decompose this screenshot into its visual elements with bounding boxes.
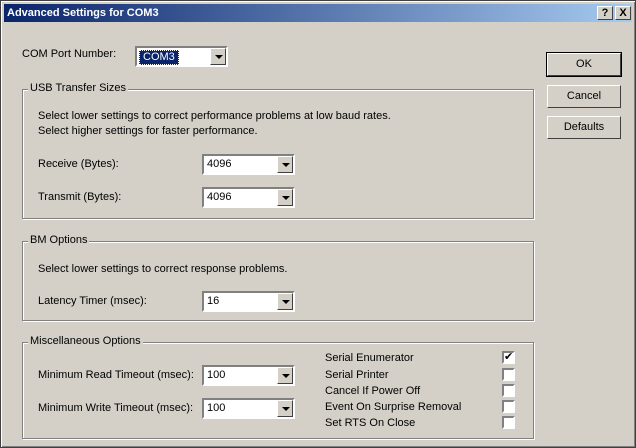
receive-label: Receive (Bytes): [38, 158, 119, 170]
usb-group-title: USB Transfer Sizes [28, 82, 128, 94]
read-timeout-label: Minimum Read Timeout (msec): [38, 369, 194, 381]
option-serial-enumerator-label: Serial Enumerator [325, 352, 414, 364]
transmit-value: 4096 [207, 191, 232, 203]
option-cancel-power-off-label: Cancel If Power Off [325, 385, 421, 397]
chevron-down-icon[interactable] [277, 400, 293, 417]
chevron-down-icon[interactable] [210, 48, 226, 65]
chevron-down-icon[interactable] [277, 156, 293, 173]
option-rts-on-close-checkbox[interactable] [502, 416, 515, 429]
read-timeout-value: 100 [207, 369, 226, 381]
chevron-down-icon[interactable] [277, 293, 293, 310]
write-timeout-select[interactable]: 100 [202, 398, 295, 419]
cancel-button[interactable]: Cancel [547, 85, 621, 108]
receive-select[interactable]: 4096 [202, 154, 295, 175]
option-serial-enumerator-checkbox[interactable]: ✔ [502, 351, 515, 364]
help-button[interactable]: ? [597, 6, 613, 20]
com-port-value: COM3 [139, 50, 179, 65]
window-title: Advanced Settings for COM3 [7, 7, 159, 19]
chevron-down-icon[interactable] [277, 367, 293, 384]
write-timeout-value: 100 [207, 402, 226, 414]
close-button[interactable]: X [615, 6, 631, 20]
write-timeout-label: Minimum Write Timeout (msec): [38, 402, 194, 414]
usb-description-1: Select lower settings to correct perform… [38, 110, 391, 122]
ok-button[interactable]: OK [546, 52, 622, 77]
option-cancel-power-off-checkbox[interactable] [502, 384, 515, 397]
misc-group-title: Miscellaneous Options [28, 335, 143, 347]
option-surprise-removal-label: Event On Surprise Removal [325, 401, 462, 413]
latency-value: 16 [207, 295, 220, 307]
check-mark-icon: ✔ [504, 351, 514, 363]
latency-select[interactable]: 16 [202, 291, 295, 312]
chevron-down-icon[interactable] [277, 189, 293, 206]
option-surprise-removal-checkbox[interactable] [502, 400, 515, 413]
read-timeout-select[interactable]: 100 [202, 365, 295, 386]
title-bar: Advanced Settings for COM3 [4, 4, 632, 22]
option-serial-printer-checkbox[interactable] [502, 368, 515, 381]
misc-options-group [22, 342, 534, 439]
usb-description-2: Select higher settings for faster perfor… [38, 125, 258, 137]
com-port-select[interactable]: COM3 [135, 46, 228, 67]
bm-description: Select lower settings to correct respons… [38, 263, 288, 275]
transmit-label: Transmit (Bytes): [38, 191, 122, 203]
receive-value: 4096 [207, 158, 232, 170]
option-serial-printer-label: Serial Printer [325, 369, 389, 381]
option-rts-on-close-label: Set RTS On Close [325, 417, 416, 429]
defaults-button[interactable]: Defaults [547, 116, 621, 139]
dialog-window: Advanced Settings for COM3 ? X COM Port … [0, 0, 636, 448]
bm-group-title: BM Options [28, 234, 90, 246]
com-port-label: COM Port Number: [22, 48, 117, 60]
latency-label: Latency Timer (msec): [38, 295, 147, 307]
transmit-select[interactable]: 4096 [202, 187, 295, 208]
